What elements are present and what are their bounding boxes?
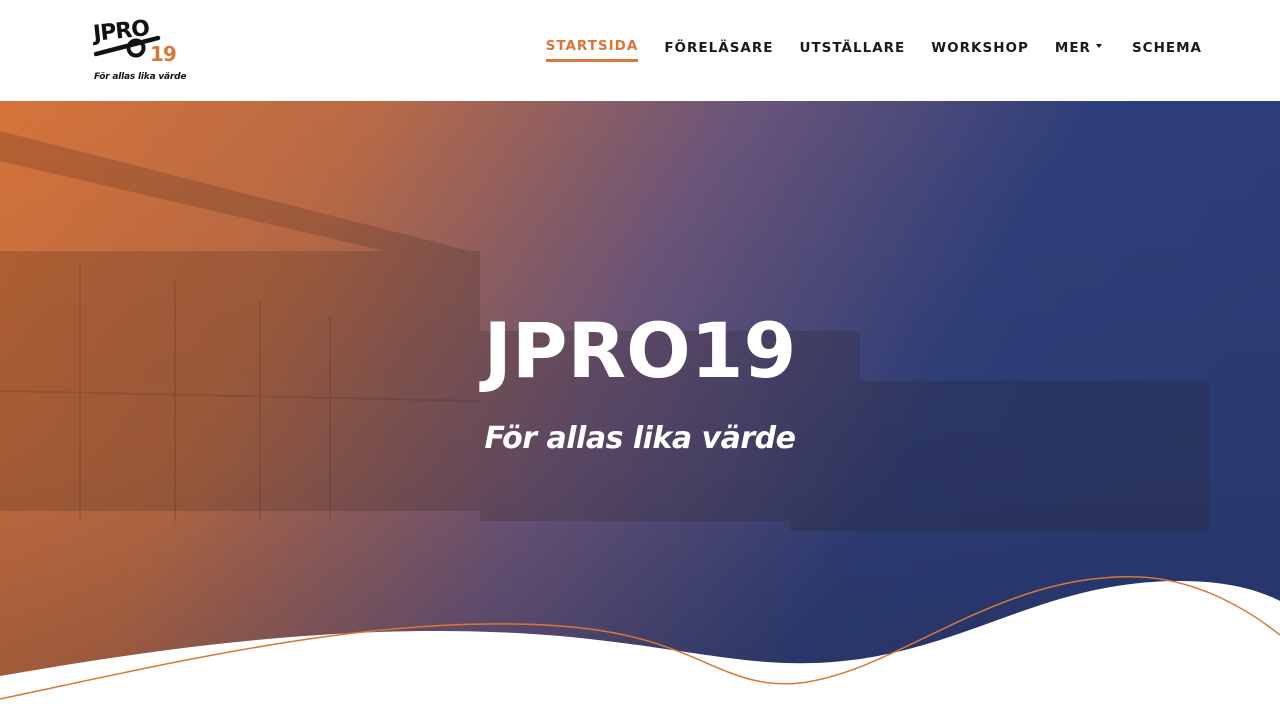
- main-nav: STARTSIDA FÖRELÄSARE UTSTÄLLARE WORKSHOP…: [520, 38, 1202, 62]
- caret-down-icon: [1095, 43, 1102, 48]
- logo-tagline: För allas lika värde: [94, 72, 187, 82]
- nav-item-startsida[interactable]: STARTSIDA: [545, 38, 639, 62]
- nav-item-schema[interactable]: SCHEMA: [1132, 40, 1202, 61]
- hero-title: JPRO19: [483, 306, 797, 395]
- logo-number: 19: [150, 42, 177, 66]
- nav-item-mer-label: MER: [1054, 39, 1091, 56]
- nav-item-workshop[interactable]: WORKSHOP: [931, 40, 1029, 61]
- nav-item-mer[interactable]: MER: [1055, 40, 1102, 61]
- site-header: JPRO 19 För allas lika värde STARTSIDA F…: [0, 0, 1280, 101]
- nav-item-forelasare[interactable]: FÖRELÄSARE: [664, 40, 773, 61]
- hero-section: JPRO19 För allas lika värde: [0, 101, 1280, 719]
- site-logo[interactable]: JPRO 19 För allas lika värde: [92, 16, 187, 86]
- nav-item-utstallare[interactable]: UTSTÄLLARE: [799, 40, 905, 61]
- hero-subtitle: För allas lika värde: [484, 421, 797, 456]
- hero-background: [0, 101, 1280, 719]
